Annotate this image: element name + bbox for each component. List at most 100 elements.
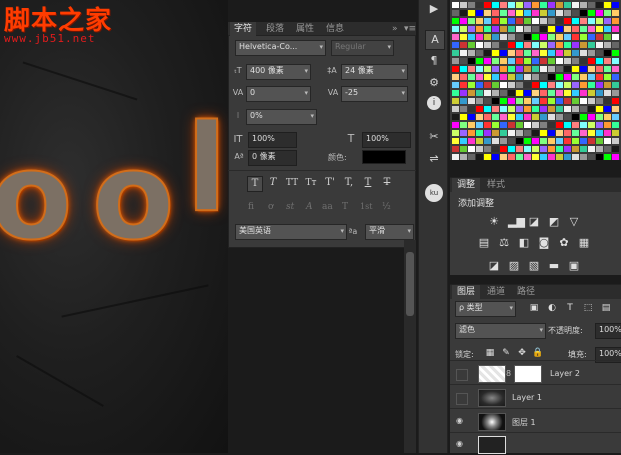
swatch-cell[interactable]: [572, 10, 579, 16]
swatch-cell[interactable]: [564, 82, 571, 88]
swatch-cell[interactable]: [492, 34, 499, 40]
swatch-cell[interactable]: [468, 58, 475, 64]
swatch-cell[interactable]: [492, 106, 499, 112]
swatch-cell[interactable]: [532, 10, 539, 16]
swatch-cell[interactable]: [500, 34, 507, 40]
swatch-cell[interactable]: [612, 106, 619, 112]
tab-paragraph[interactable]: 段落: [262, 22, 288, 36]
swatch-cell[interactable]: [612, 154, 619, 160]
swatch-cell[interactable]: [484, 138, 491, 144]
hue-saturation-icon[interactable]: ▤: [478, 237, 490, 249]
lock-image-icon[interactable]: ✎: [500, 347, 512, 359]
swatch-cell[interactable]: [580, 122, 587, 128]
layer-row[interactable]: 8 Layer 2: [450, 360, 621, 385]
filter-smart-icon[interactable]: ▤: [600, 302, 612, 314]
swatch-cell[interactable]: [452, 114, 459, 120]
swatch-cell[interactable]: [588, 122, 595, 128]
swatch-cell[interactable]: [484, 106, 491, 112]
swatch-cell[interactable]: [468, 90, 475, 96]
kerning-dropdown[interactable]: 0 ▾: [246, 86, 311, 102]
swatch-cell[interactable]: [588, 18, 595, 24]
swatch-cell[interactable]: [604, 2, 611, 8]
swatch-cell[interactable]: [604, 34, 611, 40]
filter-adjustment-icon[interactable]: ◐: [546, 302, 558, 314]
swatch-cell[interactable]: [604, 50, 611, 56]
swatch-cell[interactable]: [604, 122, 611, 128]
swatch-cell[interactable]: [596, 130, 603, 136]
swatch-cell[interactable]: [556, 82, 563, 88]
swatch-cell[interactable]: [508, 18, 515, 24]
swatch-cell[interactable]: [564, 26, 571, 32]
swatch-cell[interactable]: [612, 130, 619, 136]
swatch-cell[interactable]: [492, 2, 499, 8]
swatch-cell[interactable]: [508, 138, 515, 144]
swatch-cell[interactable]: [484, 34, 491, 40]
swatch-cell[interactable]: [452, 154, 459, 160]
swatch-cell[interactable]: [548, 58, 555, 64]
exposure-icon[interactable]: ◩: [548, 216, 560, 228]
superscript-button[interactable]: T': [323, 176, 337, 190]
swatch-cell[interactable]: [532, 82, 539, 88]
faux-bold-button[interactable]: T: [247, 176, 263, 192]
swatch-cell[interactable]: [556, 106, 563, 112]
vertical-scale-field[interactable]: 100%: [248, 132, 297, 148]
swatch-cell[interactable]: [612, 50, 619, 56]
all-caps-button[interactable]: TT: [285, 176, 299, 190]
brush-presets-icon[interactable]: ✂: [425, 128, 443, 146]
swatch-cell[interactable]: [572, 2, 579, 8]
ordinals-button[interactable]: T: [342, 202, 348, 212]
swatch-cell[interactable]: [564, 154, 571, 160]
swatch-cell[interactable]: [540, 98, 547, 104]
swatch-cell[interactable]: [508, 66, 515, 72]
swatch-cell[interactable]: [484, 50, 491, 56]
swatch-cell[interactable]: [588, 34, 595, 40]
tab-channels[interactable]: 通道: [482, 285, 510, 299]
character-panel-icon[interactable]: A: [425, 30, 445, 50]
swatch-cell[interactable]: [556, 10, 563, 16]
swatch-cell[interactable]: [508, 42, 515, 48]
swatch-cell[interactable]: [548, 122, 555, 128]
photo-filter-icon[interactable]: ◙: [538, 237, 550, 249]
swatch-cell[interactable]: [500, 10, 507, 16]
swatch-cell[interactable]: [540, 2, 547, 8]
swatch-cell[interactable]: [604, 90, 611, 96]
swatch-cell[interactable]: [556, 122, 563, 128]
swatch-cell[interactable]: [508, 74, 515, 80]
swatch-cell[interactable]: [484, 2, 491, 8]
swatch-cell[interactable]: [452, 18, 459, 24]
swatch-cell[interactable]: [548, 74, 555, 80]
swatch-cell[interactable]: [532, 154, 539, 160]
swatch-cell[interactable]: [476, 10, 483, 16]
swatch-cell[interactable]: [564, 130, 571, 136]
swatch-cell[interactable]: [604, 26, 611, 32]
swatch-cell[interactable]: [524, 154, 531, 160]
visibility-toggle[interactable]: [456, 369, 468, 381]
swatch-cell[interactable]: [484, 90, 491, 96]
swatch-cell[interactable]: [524, 34, 531, 40]
swatch-cell[interactable]: [596, 34, 603, 40]
swatch-cell[interactable]: [452, 34, 459, 40]
swatch-cell[interactable]: [556, 34, 563, 40]
swatch-cell[interactable]: [612, 146, 619, 152]
swatch-cell[interactable]: [516, 82, 523, 88]
swatch-cell[interactable]: [540, 10, 547, 16]
swatch-cell[interactable]: [564, 122, 571, 128]
swatch-cell[interactable]: [532, 138, 539, 144]
baseline-shift-field[interactable]: 0 像素: [248, 150, 297, 166]
swatch-cell[interactable]: [548, 114, 555, 120]
swatch-cell[interactable]: [460, 114, 467, 120]
swatch-cell[interactable]: [564, 106, 571, 112]
swatch-cell[interactable]: [460, 98, 467, 104]
tab-character[interactable]: 字符: [230, 22, 257, 36]
swatch-cell[interactable]: [508, 130, 515, 136]
swatch-cell[interactable]: [548, 34, 555, 40]
swatch-cell[interactable]: [588, 2, 595, 8]
swatch-cell[interactable]: [572, 66, 579, 72]
tab-styles[interactable]: 样式: [482, 178, 510, 192]
swatch-cell[interactable]: [476, 74, 483, 80]
swatch-cell[interactable]: [516, 42, 523, 48]
swatch-cell[interactable]: [476, 154, 483, 160]
swatch-cell[interactable]: [596, 58, 603, 64]
swatch-cell[interactable]: [508, 26, 515, 32]
swatch-cell[interactable]: [596, 2, 603, 8]
